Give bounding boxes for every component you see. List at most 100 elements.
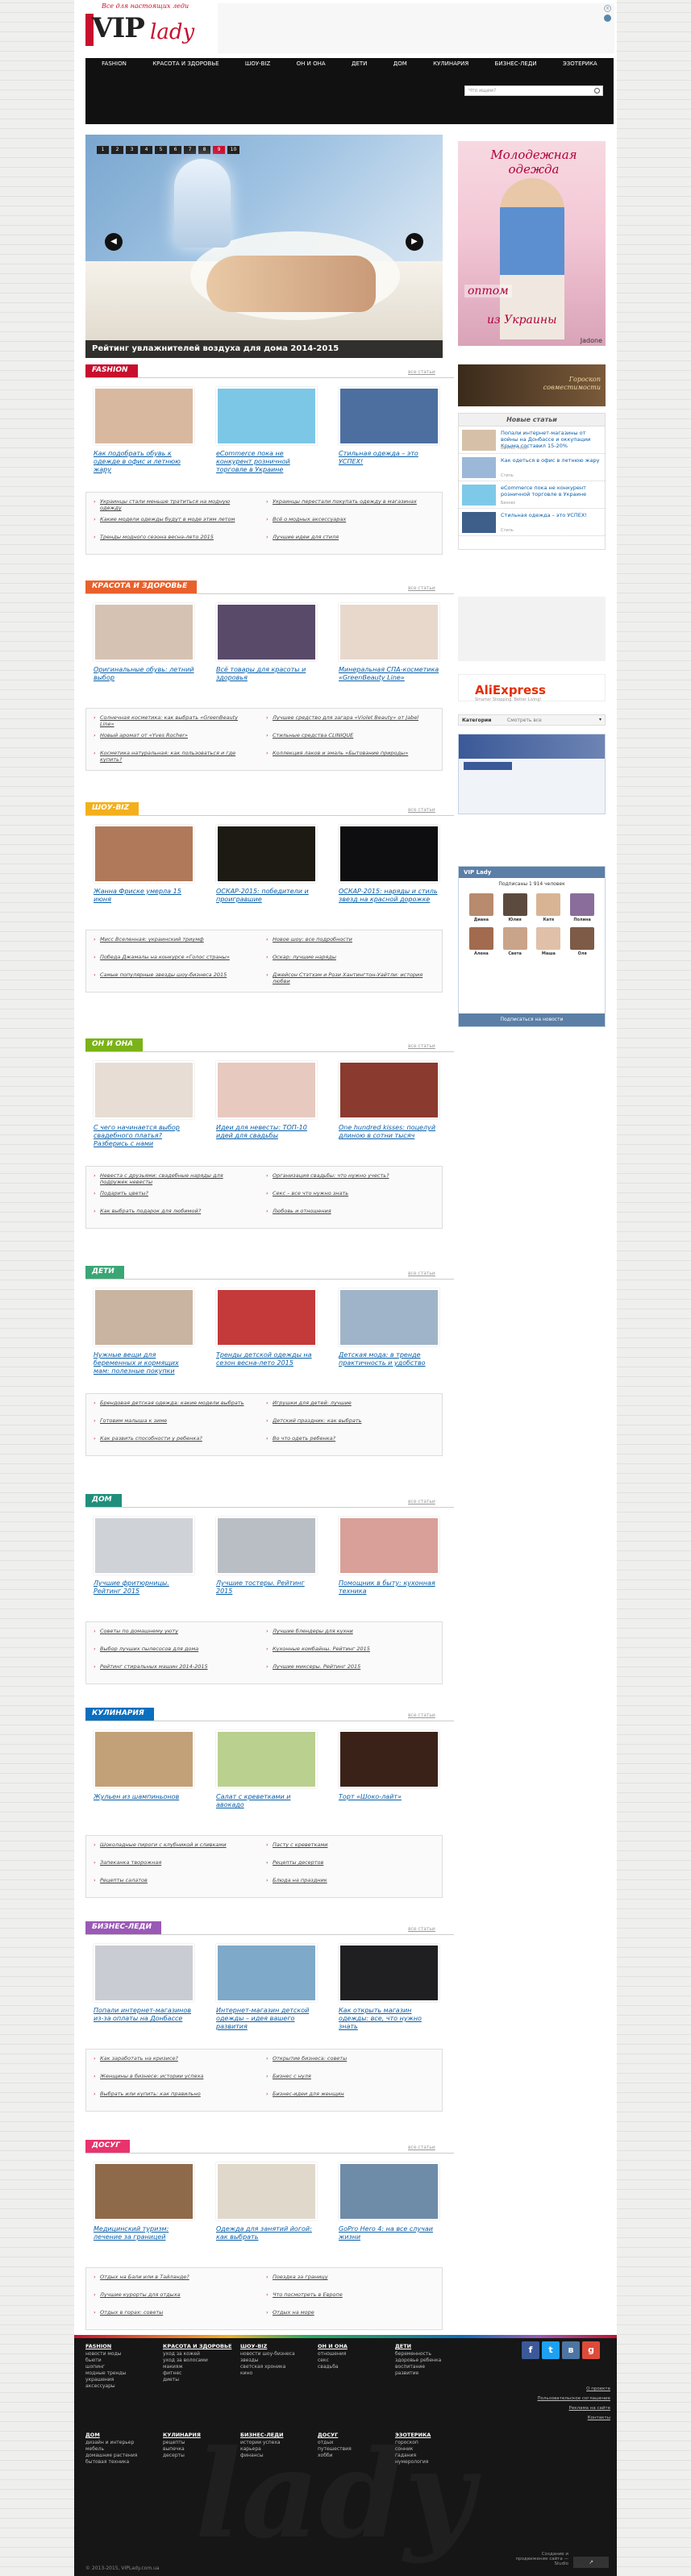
- footer-link[interactable]: фитнес: [163, 2370, 237, 2377]
- section-link[interactable]: Шоколадные пироги с клубникой и сливками: [94, 1841, 251, 1848]
- article-card[interactable]: Медицинский туризм: лечение за границей: [94, 2162, 194, 2241]
- article-image[interactable]: [216, 603, 317, 661]
- section-link[interactable]: Открытие бизнеса: советы: [266, 2055, 435, 2062]
- article-title[interactable]: С чего начинается выбор свадебного плать…: [94, 1124, 194, 1148]
- footer-column-title[interactable]: КУЛИНАРИЯ: [163, 2432, 237, 2438]
- section-link[interactable]: Отдых на Бали или в Тайланде?: [94, 2274, 251, 2280]
- slider-page[interactable]: 8: [198, 146, 210, 154]
- footer-link[interactable]: беременность: [395, 2351, 469, 2358]
- vk-member[interactable]: Полина: [568, 893, 597, 922]
- section-all-link[interactable]: все статьи: [408, 1499, 435, 1504]
- footer-link[interactable]: секс: [318, 2358, 392, 2364]
- section-link[interactable]: Бизнес с нуля: [266, 2073, 435, 2079]
- article-title[interactable]: Салат с креветками и авокадо: [216, 1793, 317, 1809]
- article-image[interactable]: [216, 1288, 317, 1346]
- vk-icon[interactable]: в: [562, 2341, 580, 2359]
- section-link[interactable]: Какие модели одежды будут в моде этим ле…: [94, 516, 251, 522]
- footer-link[interactable]: здоровье ребенка: [395, 2358, 469, 2364]
- footer-link[interactable]: финансы: [240, 2453, 314, 2459]
- article-title[interactable]: Как открыть магазин одежды: все, что нуж…: [339, 2007, 439, 2031]
- footer-column-title[interactable]: ДЕТИ: [395, 2343, 469, 2349]
- article-image[interactable]: [216, 387, 317, 445]
- article-title[interactable]: Торт «Шоко-лайт»: [339, 1793, 439, 1801]
- section-title[interactable]: БИЗНЕС-ЛЕДИ: [85, 1921, 161, 1934]
- nav-item-business[interactable]: БИЗНЕС-ЛЕДИ: [495, 60, 537, 67]
- article-image[interactable]: [94, 1944, 194, 2002]
- slider-page[interactable]: 1: [97, 146, 109, 154]
- article-image[interactable]: [339, 1730, 439, 1788]
- section-link[interactable]: Лучшее средство для загара «Violet Beaut…: [266, 714, 435, 721]
- section-title[interactable]: FASHION: [85, 364, 138, 377]
- section-all-link[interactable]: все статьи: [408, 807, 435, 813]
- section-link[interactable]: Рейтинг стиральных машин 2014-2015: [94, 1663, 251, 1670]
- section-link[interactable]: Запеканка творожная: [94, 1859, 251, 1866]
- footer-link[interactable]: звезды: [240, 2358, 314, 2364]
- sidebar-ad-clothing[interactable]: Молодежная одежда оптом из Украины Jadon…: [458, 141, 606, 346]
- footer-link[interactable]: выпечка: [163, 2446, 237, 2453]
- section-link[interactable]: Поездка за границу: [266, 2274, 435, 2280]
- article-title[interactable]: Оригинальные обувь: летний выбор: [94, 666, 194, 682]
- search-input[interactable]: Что ищем?: [464, 85, 603, 96]
- article-image[interactable]: [216, 1730, 317, 1788]
- article-image[interactable]: [94, 387, 194, 445]
- section-link[interactable]: Рецепты десертов: [266, 1859, 435, 1866]
- footer-link[interactable]: гороскоп: [395, 2440, 469, 2446]
- article-card[interactable]: Идеи для невесты: ТОП-10 идей для свадьб…: [216, 1061, 317, 1140]
- chevron-down-icon[interactable]: ▾: [599, 717, 602, 722]
- article-image[interactable]: [94, 1061, 194, 1119]
- section-link[interactable]: Как выбрать подарок для любимой?: [94, 1208, 251, 1214]
- article-title[interactable]: Как одеться в офис в летнюю жару: [501, 457, 604, 464]
- vk-member[interactable]: Катя: [535, 893, 564, 922]
- slider-next-icon[interactable]: ▶: [406, 233, 423, 251]
- article-image[interactable]: [94, 1288, 194, 1346]
- section-all-link[interactable]: все статьи: [408, 1926, 435, 1932]
- footer-link[interactable]: нумерология: [395, 2459, 469, 2466]
- footer-link[interactable]: макияж: [163, 2364, 237, 2370]
- section-link[interactable]: Новое шоу: все подробности: [266, 936, 435, 943]
- article-image[interactable]: [339, 1517, 439, 1575]
- section-link[interactable]: Лучшие идеи для стиля: [266, 534, 435, 540]
- footer-column-title[interactable]: ДОМ: [85, 2432, 160, 2438]
- article-title[interactable]: Попали интернет-магазинов из-за оплаты н…: [94, 2007, 194, 2023]
- article-image[interactable]: [339, 1944, 439, 2002]
- article-card[interactable]: Интернет-магазин детской одежды – идея в…: [216, 1944, 317, 2031]
- article-card[interactable]: Жанна Фриске умерла 15 июня: [94, 825, 194, 904]
- footer-column-title[interactable]: БИЗНЕС-ЛЕДИ: [240, 2432, 314, 2438]
- section-link[interactable]: Всё о модных аксессуарах: [266, 516, 435, 522]
- footer-link[interactable]: карьера: [240, 2446, 314, 2453]
- googleplus-icon[interactable]: g: [582, 2341, 600, 2359]
- new-article-item[interactable]: Попали интернет-магазины от войны на Дон…: [459, 427, 605, 454]
- footer-link[interactable]: десерты: [163, 2453, 237, 2459]
- section-link[interactable]: Тренды модного сезона весна-лето 2015: [94, 534, 251, 540]
- article-card[interactable]: ОСКАР-2015: победители и проигравшие: [216, 825, 317, 904]
- section-title[interactable]: ШОУ-BIZ: [85, 802, 139, 815]
- footer-link[interactable]: бытовая техника: [85, 2459, 160, 2466]
- footer-link[interactable]: рецепты: [163, 2440, 237, 2446]
- section-link[interactable]: Мисс Вселенная: украинский триумф: [94, 936, 251, 943]
- article-title[interactable]: One hundred kisses: поцелуй длиною в сот…: [339, 1124, 439, 1140]
- article-card[interactable]: Помощник в быту: кухонная техника: [339, 1517, 439, 1596]
- section-link[interactable]: Новый аромат от «Yves Rocher»: [94, 732, 251, 739]
- slider-page[interactable]: 6: [169, 146, 181, 154]
- section-link[interactable]: Бизнес-идеи для женщин: [266, 2091, 435, 2097]
- article-card[interactable]: Тренды детской одежды на сезон весна-лет…: [216, 1288, 317, 1367]
- article-title[interactable]: eCommerce пока не конкурент розничной то…: [501, 485, 604, 497]
- article-title[interactable]: Стильная одежда – это УСПЕХ!: [501, 512, 604, 518]
- article-image[interactable]: [216, 1944, 317, 2002]
- footer-link[interactable]: воспитание: [395, 2364, 469, 2370]
- footer-link[interactable]: мебель: [85, 2446, 160, 2453]
- featured-slider[interactable]: 1 2 3 4 5 6 7 8 9 10 ◀ ▶ Рейтинг увлажни…: [85, 135, 443, 358]
- article-card[interactable]: Нужные вещи для беременных и кормящих ма…: [94, 1288, 194, 1375]
- section-link[interactable]: Отдых в горах: советы: [94, 2309, 251, 2316]
- article-card[interactable]: GoPro Hero 4: на все случаи жизни: [339, 2162, 439, 2241]
- vk-member[interactable]: Юлия: [501, 893, 530, 922]
- article-title[interactable]: Лучшие фритюрницы. Рейтинг 2015: [94, 1579, 194, 1596]
- article-image[interactable]: [216, 825, 317, 883]
- article-title[interactable]: ОСКАР-2015: наряды и стиль звезд на крас…: [339, 888, 439, 904]
- article-card[interactable]: Всё товары для красоты и здоровья: [216, 603, 317, 682]
- section-all-link[interactable]: все статьи: [408, 585, 435, 591]
- footer-link[interactable]: домашние растения: [85, 2453, 160, 2459]
- article-title[interactable]: Нужные вещи для беременных и кормящих ма…: [94, 1351, 194, 1375]
- article-card[interactable]: Лучшие фритюрницы. Рейтинг 2015: [94, 1517, 194, 1596]
- article-image[interactable]: [339, 387, 439, 445]
